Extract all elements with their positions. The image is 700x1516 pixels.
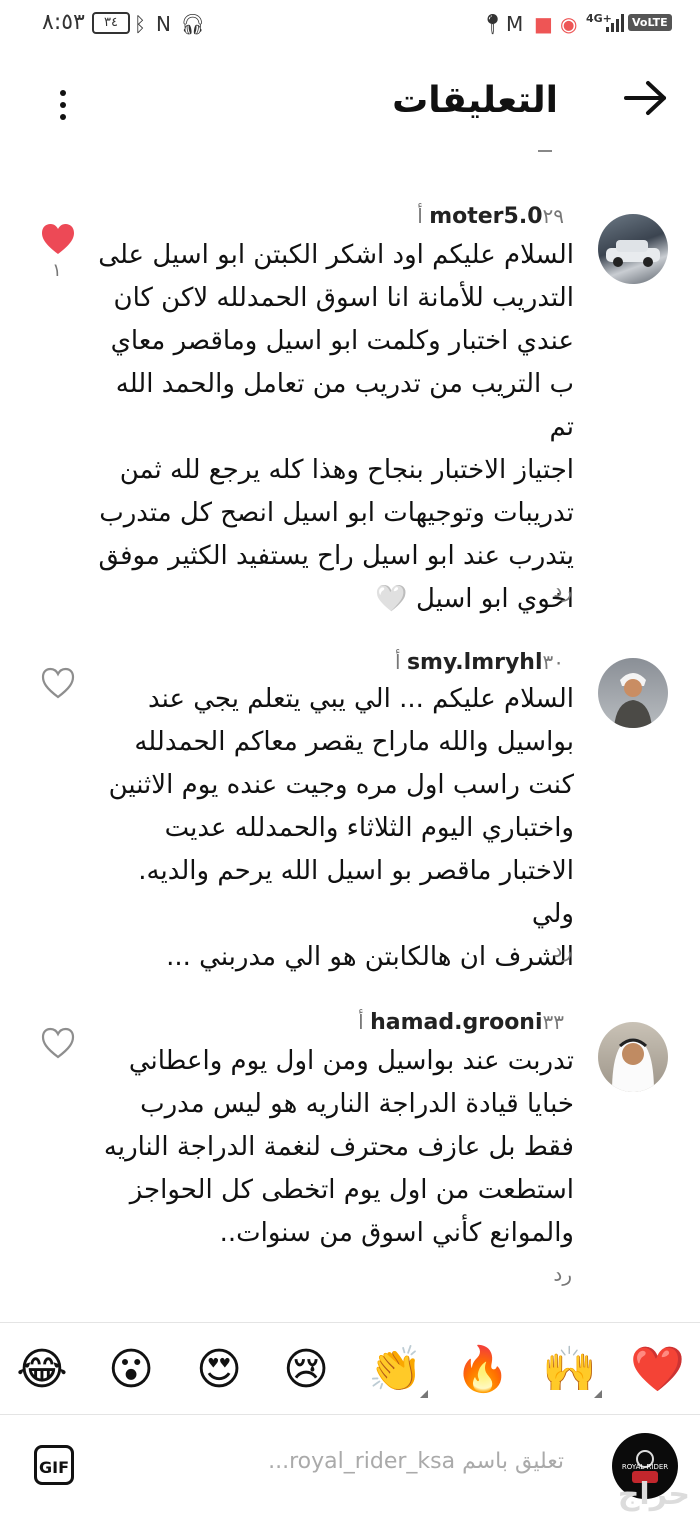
reply-button[interactable]: رد	[553, 938, 572, 962]
comment-line: تدربت عند بواسيل ومن اول يوم واعطاني	[128, 1046, 574, 1076]
headphones-icon: 🎧︎	[180, 12, 206, 36]
reply-button[interactable]: رد	[553, 578, 572, 602]
comments-header: التعليقات	[0, 60, 700, 146]
comment-line: والموانع كأني اسوق من سنوات..	[219, 1218, 574, 1248]
raising-hands-emoji[interactable]: 🙌	[542, 1344, 602, 1398]
emoji-reaction-bar: ❤️ 🙌 🔥 👏 😢 😍 😮 😂	[0, 1326, 700, 1414]
heart-icon[interactable]	[40, 222, 76, 256]
volte-badge: VoLTE	[628, 14, 672, 31]
avatar[interactable]	[598, 214, 668, 284]
scroll-hint	[538, 150, 552, 152]
comment-username[interactable]: moter5.0	[429, 204, 542, 229]
comment-username[interactable]: hamad.grooni	[370, 1010, 542, 1035]
fire-emoji[interactable]: 🔥	[455, 1344, 510, 1396]
clapping-hands-glyph: 👏	[368, 1344, 423, 1395]
avatar[interactable]	[598, 658, 668, 728]
comment-meta: moter5.0٢٩ أ	[417, 204, 574, 229]
comment-line: الاختبار ماقصر بو اسيل الله يرحم والديه.…	[138, 856, 574, 929]
page-title: التعليقات	[392, 80, 558, 121]
status-time: ٨:٥٣	[42, 10, 85, 35]
comment-line: اجتياز الاختبار بنجاح وهذا كله يرجع لله …	[119, 455, 574, 485]
surprised-face-emoji[interactable]: 😮	[105, 1344, 157, 1396]
comment-meta: smy.lmryhl٣٠ أ	[395, 650, 574, 675]
avatar[interactable]	[598, 1022, 668, 1092]
comment-username[interactable]: smy.lmryhl	[407, 650, 543, 675]
raising-hands-glyph: 🙌	[542, 1344, 597, 1395]
comment-meta: hamad.grooni٣٣ أ	[358, 1010, 574, 1035]
car-photo	[606, 240, 660, 267]
comment-line: التدريب للأمانة انا اسوق الحمدلله لاكن ك…	[113, 283, 574, 313]
comment-line: عندي اختبار وكلمت ابو اسيل وماقصر معاي	[110, 326, 574, 356]
comment-line: السلام عليكم اود اشكر الكبتن ابو اسيل عل…	[98, 240, 574, 270]
comment-line: اخوي ابو اسيل 🤍	[375, 584, 574, 614]
comment-line: تدريبات وتوجيهات ابو اسيل انصح كل متدرب	[99, 498, 574, 528]
comment-text: السلام عليكم ... الي يبي يتعلم يجي عند ب…	[94, 678, 574, 979]
status-bar: ٨:٥٣ ٣٤ ᛒ N 🎧︎ 📍︎ M ■ ◉ 4G+ VoLTE	[0, 0, 700, 48]
maps-icon: ◉	[560, 12, 578, 36]
comment-line: بواسيل والله ماراح يقصر معاكم الحمدلله	[134, 727, 574, 757]
gif-button[interactable]: GIF	[34, 1445, 74, 1485]
person-photo	[612, 1038, 654, 1092]
comment-line: ب التريب من تدريب من تعامل والحمد الله ت…	[115, 369, 574, 442]
comment-line: واختباري اليوم الثلاثاء والحمدلله عديت	[164, 813, 574, 843]
person-photo	[614, 673, 652, 728]
heart-outline-icon[interactable]	[40, 666, 76, 700]
clapping-hands-emoji[interactable]: 👏	[368, 1344, 428, 1398]
reply-button[interactable]: رد	[553, 1262, 572, 1286]
location-icon: 📍︎	[480, 12, 506, 36]
comment-input-bar: GIF تعليق باسم royal_rider_ksa... ROYAL …	[0, 1415, 700, 1516]
bluetooth-icon: ᛒ	[134, 12, 146, 36]
comment-line: كنت راسب اول مره وجيت عنده يوم الاثنين	[108, 770, 574, 800]
crying-face-emoji[interactable]: 😢	[280, 1344, 332, 1396]
comment-line: السلام عليكم ... الي يبي يتعلم يجي عند	[147, 684, 574, 714]
comment-line: الشرف ان هالكابتن هو الي مدربني ...	[166, 942, 574, 972]
red-heart-emoji[interactable]: ❤️	[630, 1344, 685, 1396]
comment-line: خبايا قيادة الدراجة الناريه هو ليس مدرب	[140, 1089, 574, 1119]
signal-icon	[606, 14, 624, 32]
heart-eyes-emoji[interactable]: 😍	[193, 1344, 245, 1396]
nfc-icon: N	[156, 12, 171, 36]
battery-icon: ٣٤	[92, 12, 130, 34]
watermark: حراج	[617, 1477, 690, 1512]
comment-text: السلام عليكم اود اشكر الكبتن ابو اسيل عل…	[94, 234, 574, 621]
divider	[0, 1322, 700, 1323]
comment-line: فقط بل عازف محترف لنغمة الدراجة الناريه	[103, 1132, 574, 1162]
laughing-tears-emoji[interactable]: 😂	[16, 1344, 68, 1396]
arrow-right-icon[interactable]	[622, 78, 670, 118]
avatar-text: ROYAL RIDER	[622, 1463, 668, 1471]
comment-line: استطعت من اول يوم اتخطى كل الحواجز	[129, 1175, 574, 1205]
more-vertical-icon[interactable]	[52, 86, 72, 126]
app-notification-icon: ■	[534, 12, 553, 36]
comment-input[interactable]: تعليق باسم royal_rider_ksa...	[268, 1449, 564, 1474]
gmail-icon: M	[506, 12, 524, 36]
comment-text: تدربت عند بواسيل ومن اول يوم واعطاني خبا…	[94, 1040, 574, 1255]
heart-outline-icon[interactable]	[40, 1026, 76, 1060]
comment-line: يتدرب عند ابو اسيل راح يستفيد الكثير موف…	[98, 541, 574, 571]
like-count: ١	[52, 260, 62, 281]
